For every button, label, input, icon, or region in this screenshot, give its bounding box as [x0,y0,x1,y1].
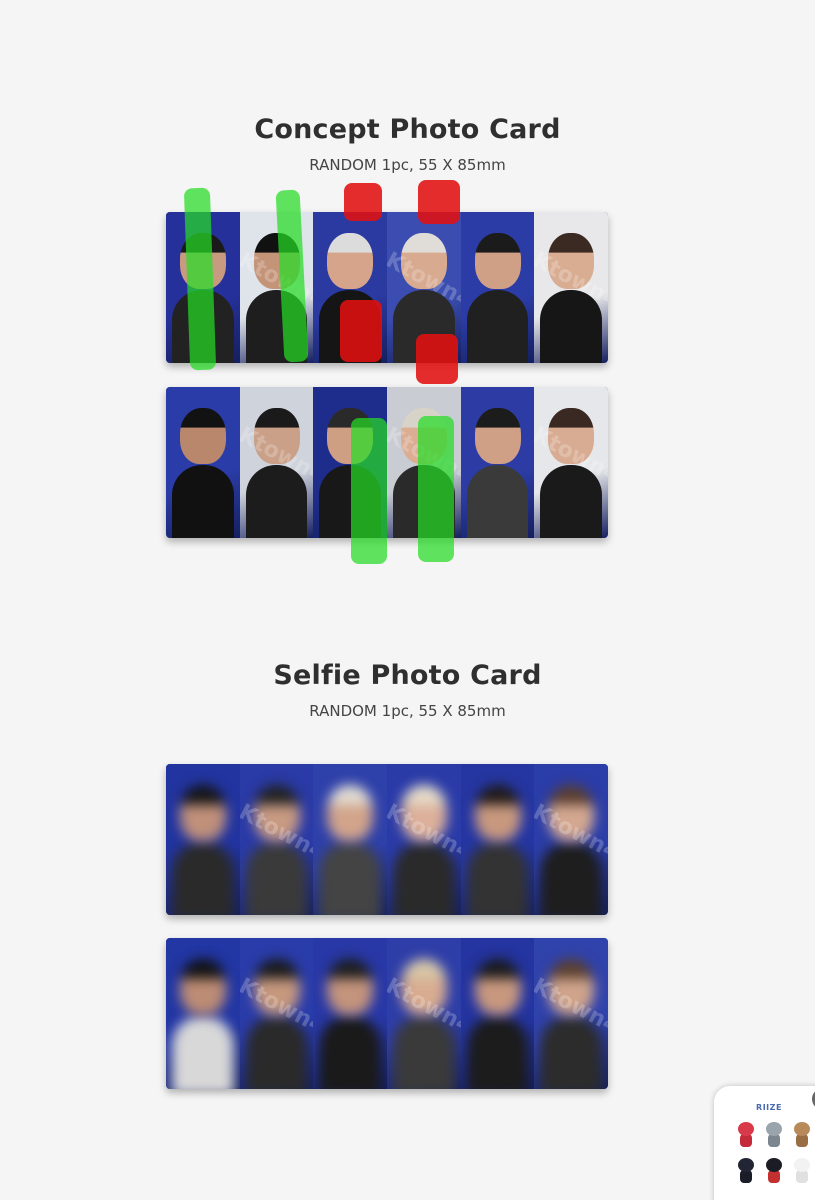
photo-card [313,938,388,1089]
brown-deer-mascot[interactable] [792,1122,812,1148]
mascot-head [766,1122,782,1136]
member-face [474,785,521,842]
member-body [466,842,529,915]
concept-subtitle: RANDOM 1pc, 55 X 85mm [309,156,506,174]
member-face [474,408,521,465]
member-face [179,785,226,842]
photo-card [166,387,240,538]
member-face [327,233,374,290]
photo-card: Ktown4u [239,764,314,915]
green-highlight-mark [418,416,454,562]
red-highlight-mark [340,300,382,362]
photo-card: Ktown4u [534,764,608,915]
photo-card [460,212,535,363]
green-highlight-mark [351,418,387,564]
widget-title: RIIZE [756,1103,782,1112]
red-highlight-mark [344,183,382,221]
member-face [474,959,521,1016]
photo-card: Ktown4u [534,387,608,538]
red-highlight-mark [416,334,458,384]
member-face [179,408,226,465]
concept-card-row-2: Ktown4uKtown4uKtown4u [166,387,608,538]
member-face [327,785,374,842]
photo-card: Ktown4u [239,387,314,538]
member-body [171,465,234,538]
selfie-card-row-2: Ktown4u Ktown4u Ktown4u [166,938,608,1089]
photo-card [460,387,535,538]
mascot-head [794,1122,810,1136]
photo-card [313,764,388,915]
member-face [327,959,374,1016]
photo-card: Ktown4u [387,764,461,915]
mascot-head [794,1158,810,1172]
selfie-subtitle: RANDOM 1pc, 55 X 85mm [309,702,506,720]
selfie-title: Selfie Photo Card [273,660,542,691]
black-cat-mascot[interactable] [736,1158,756,1184]
member-body [171,842,234,915]
member-face [474,233,521,290]
mascot-head [738,1122,754,1136]
member-body [319,842,382,915]
concept-card-row-1: Ktown4u Ktown4u Ktown4u [166,212,608,363]
photo-card [166,938,240,1089]
member-body [466,1016,529,1089]
photo-card: Ktown4u [534,938,608,1089]
soldier-mascot[interactable] [764,1158,784,1184]
photo-card [166,764,240,915]
photo-card [460,938,535,1089]
member-body [319,1016,382,1089]
riize-mascot-widget[interactable]: RIIZE [714,1086,815,1200]
gray-robot-mascot[interactable] [764,1122,784,1148]
red-highlight-mark [418,180,460,224]
member-body [171,1016,234,1089]
member-body [466,290,529,363]
mascot-head [766,1158,782,1172]
member-face [179,959,226,1016]
photo-card: Ktown4u [534,212,608,363]
photo-card [460,764,535,915]
selfie-section: Selfie Photo Card RANDOM 1pc, 55 X 85mm [0,660,815,720]
red-bear-mascot[interactable] [736,1122,756,1148]
white-puppy-mascot[interactable] [792,1158,812,1184]
mascot-head [738,1158,754,1172]
photo-card: Ktown4u [239,938,314,1089]
concept-title: Concept Photo Card [254,114,561,145]
member-body [466,465,529,538]
concept-section: Concept Photo Card RANDOM 1pc, 55 X 85mm [0,114,815,174]
photo-card: Ktown4u [387,938,461,1089]
selfie-card-row-1: Ktown4u Ktown4u Ktown4u [166,764,608,915]
